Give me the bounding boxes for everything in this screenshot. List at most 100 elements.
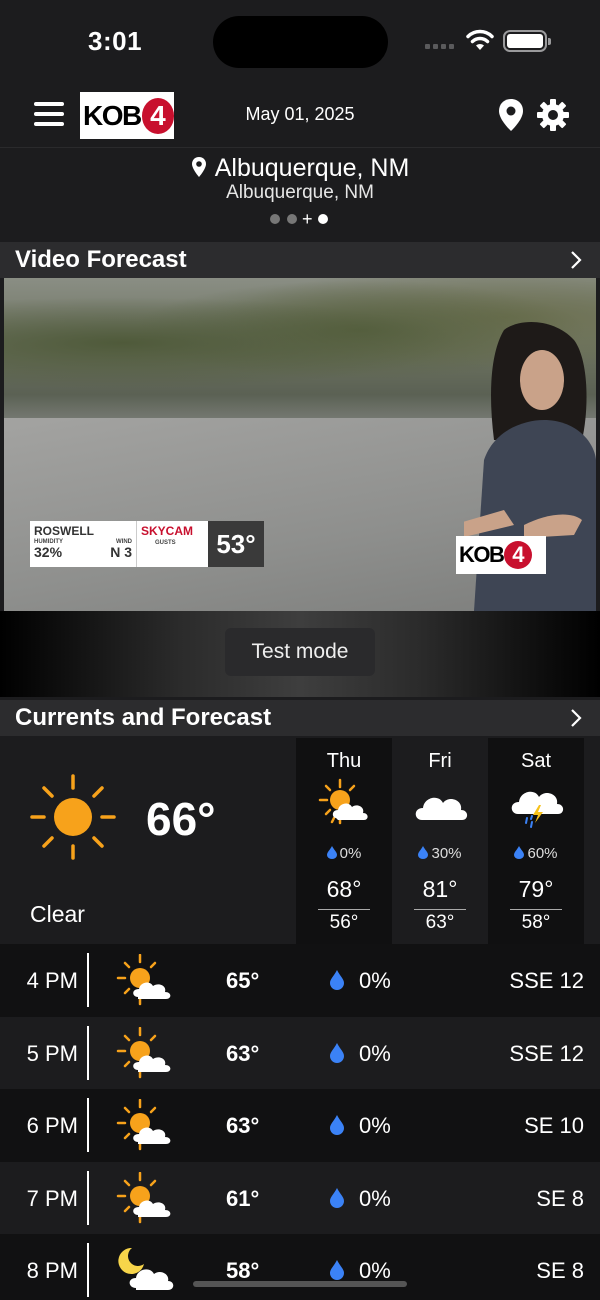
overlay-gusts-label: GUSTS	[155, 540, 176, 546]
page-dot-active[interactable]	[317, 214, 328, 224]
location-pin-icon	[191, 157, 206, 177]
hour-precip: 0%	[359, 1113, 391, 1139]
location-secondary: Albuquerque, NM	[226, 182, 374, 203]
overlay-skycam-label: SKYCAM	[141, 524, 194, 538]
app-bar: KOB 4 May 01, 2025	[0, 84, 600, 148]
hour-time: 8 PM	[26, 1258, 78, 1284]
day-name: Sat	[520, 750, 552, 772]
row-divider	[87, 1243, 89, 1298]
hour-wind: SE 8	[536, 1258, 584, 1284]
current-date: May 01, 2025	[245, 104, 355, 124]
hour-temp: 61°	[226, 1185, 260, 1211]
kob4-logo[interactable]: KOB 4	[80, 92, 174, 139]
overlay-humidity-value: 32%	[34, 544, 63, 560]
raindrop-icon	[330, 1187, 344, 1208]
hour-time: 5 PM	[26, 1040, 78, 1066]
overlay-city: ROSWELL	[34, 524, 94, 538]
day-name: Thu	[326, 750, 362, 772]
status-bar: 3:01	[0, 0, 600, 84]
page-indicator[interactable]: +	[270, 210, 328, 228]
wifi-icon	[466, 29, 494, 50]
hour-temp: 63°	[226, 1113, 260, 1139]
test-mode-button[interactable]: Test mode	[225, 628, 375, 676]
daily-forecast: Thu 0% 68° 56° Fri 30% 81° 63° Sat 60% 7…	[296, 738, 600, 944]
currents-forecast-header[interactable]: Currents and Forecast	[0, 700, 600, 736]
day-forecast-sat[interactable]: Sat 60% 79° 58°	[488, 738, 584, 944]
raindrop-icon	[330, 1042, 344, 1063]
partly-cloudy-icon	[116, 1026, 171, 1078]
row-divider	[87, 1025, 89, 1080]
row-divider	[87, 953, 89, 1007]
overlay-wind-value: N 3	[110, 544, 132, 560]
add-location-icon[interactable]: +	[302, 210, 313, 228]
day-precip-value: 0%	[339, 845, 362, 862]
hourly-row[interactable]: 7 PM 61° 0% SE 8	[0, 1161, 600, 1235]
status-time: 3:01	[88, 26, 143, 56]
current-condition: Clear	[30, 901, 85, 927]
hour-wind: SE 8	[536, 1185, 584, 1211]
day-precip: 0%	[296, 845, 392, 862]
location-pin-icon[interactable]	[498, 98, 524, 132]
logo-text: KOB	[83, 99, 142, 131]
location-primary-label: Albuquerque, NM	[214, 154, 410, 182]
video-forecast-header[interactable]: Video Forecast	[0, 242, 600, 278]
overlay-temperature: 53°	[208, 521, 264, 567]
hourly-row[interactable]: 8 PM 58° 0% SE 8	[0, 1234, 600, 1300]
hourly-row[interactable]: 4 PM 65° 0% SSE 12	[0, 944, 600, 1017]
day-low: 56°	[329, 912, 359, 933]
hour-time: 4 PM	[26, 968, 78, 993]
logo-number: 4	[141, 97, 174, 134]
partly-cloudy-icon	[116, 1171, 171, 1224]
video-logo-number: 4	[504, 541, 533, 569]
hour-time: 6 PM	[26, 1113, 78, 1139]
current-temperature: 66°	[146, 793, 216, 845]
day-low: 63°	[425, 912, 455, 933]
sun-icon	[30, 774, 116, 860]
day-name: Fri	[428, 750, 452, 772]
location-header: Albuquerque, NM Albuquerque, NM +	[0, 148, 600, 242]
current-conditions[interactable]: 66° Clear	[0, 738, 296, 944]
menu-icon[interactable]	[34, 102, 64, 128]
hour-wind: SSE 12	[509, 968, 584, 993]
hour-wind: SE 10	[524, 1113, 584, 1139]
hour-precip: 0%	[359, 1040, 391, 1066]
partly-cloudy-icon	[116, 954, 171, 1006]
raindrop-icon	[514, 846, 525, 859]
hour-wind: SSE 12	[509, 1040, 584, 1066]
day-forecast-thu[interactable]: Thu 0% 68° 56°	[296, 738, 392, 944]
currents-forecast-title: Currents and Forecast	[15, 704, 272, 731]
partly-cloudy-night-icon	[118, 1248, 174, 1291]
day-high: 81°	[422, 876, 458, 902]
home-indicator[interactable]	[193, 1281, 407, 1287]
raindrop-icon	[330, 1115, 344, 1136]
thunderstorm-icon	[511, 791, 564, 828]
row-divider	[87, 1170, 89, 1225]
hour-temp: 65°	[226, 968, 260, 993]
test-mode-bar: Test mode	[0, 611, 600, 697]
day-precip: 30%	[392, 845, 488, 862]
location-primary[interactable]: Albuquerque, NM	[0, 154, 600, 183]
video-forecast-title: Video Forecast	[15, 246, 187, 273]
page-dot[interactable]	[287, 214, 297, 224]
hour-temp: 63°	[226, 1040, 260, 1066]
chevron-right-icon[interactable]	[570, 708, 582, 728]
weather-overlay: ROSWELL HUMIDITY WIND 32% N 3 SKYCAM GUS…	[30, 521, 264, 567]
hourly-row[interactable]: 6 PM 63° 0% SE 10	[0, 1089, 600, 1162]
day-precip: 60%	[488, 845, 584, 862]
day-low: 58°	[521, 912, 551, 933]
temp-divider	[414, 909, 466, 910]
video-logo-text: KOB	[459, 542, 505, 567]
raindrop-icon	[330, 1260, 344, 1281]
temp-divider	[318, 909, 370, 910]
chevron-right-icon[interactable]	[570, 250, 582, 270]
day-precip-value: 60%	[527, 845, 558, 862]
day-forecast-fri[interactable]: Fri 30% 81° 63°	[392, 738, 488, 944]
raindrop-icon	[418, 846, 429, 859]
cloud-icon	[415, 797, 468, 820]
hourly-row[interactable]: 5 PM 63° 0% SSE 12	[0, 1016, 600, 1090]
partly-cloudy-icon	[318, 778, 368, 825]
video-player[interactable]: ROSWELL HUMIDITY WIND 32% N 3 SKYCAM GUS…	[4, 278, 596, 611]
page-dot[interactable]	[270, 214, 280, 224]
partly-cloudy-icon	[116, 1099, 171, 1151]
gear-icon[interactable]	[536, 98, 570, 132]
